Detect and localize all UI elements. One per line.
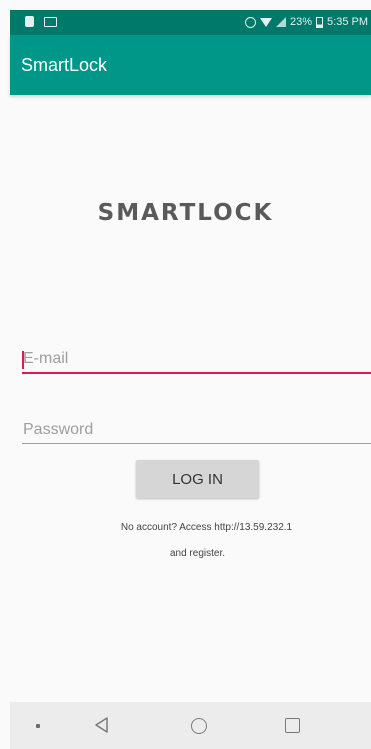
alarm-icon (245, 16, 256, 28)
navigation-bar (10, 702, 371, 749)
wifi-icon (260, 17, 272, 27)
clock: 5:35 PM (327, 16, 368, 28)
home-icon[interactable] (191, 718, 207, 734)
register-info-line1: No account? Access http://13.59.232.1 (120, 522, 293, 533)
back-icon[interactable] (93, 716, 111, 734)
email-field[interactable] (22, 350, 371, 374)
password-field[interactable] (22, 421, 371, 444)
cast-icon (44, 16, 57, 27)
login-button[interactable]: LOG IN (136, 460, 259, 498)
menu-dot-icon (36, 724, 40, 728)
recents-icon[interactable] (285, 718, 300, 733)
battery-percent: 23% (290, 16, 313, 28)
app-logo: SMARTLOCK (97, 200, 274, 226)
battery-icon (316, 16, 324, 28)
app-title: SmartLock (21, 55, 108, 75)
app-bar: SmartLock (10, 35, 371, 95)
register-info-line2: and register. (169, 548, 226, 559)
status-bar: 23% 5:35 PM (10, 10, 371, 35)
email-input[interactable] (22, 350, 371, 372)
password-input[interactable] (22, 421, 371, 443)
text-cursor (22, 351, 24, 369)
signal-icon (276, 17, 286, 27)
notification-icon (25, 16, 34, 27)
